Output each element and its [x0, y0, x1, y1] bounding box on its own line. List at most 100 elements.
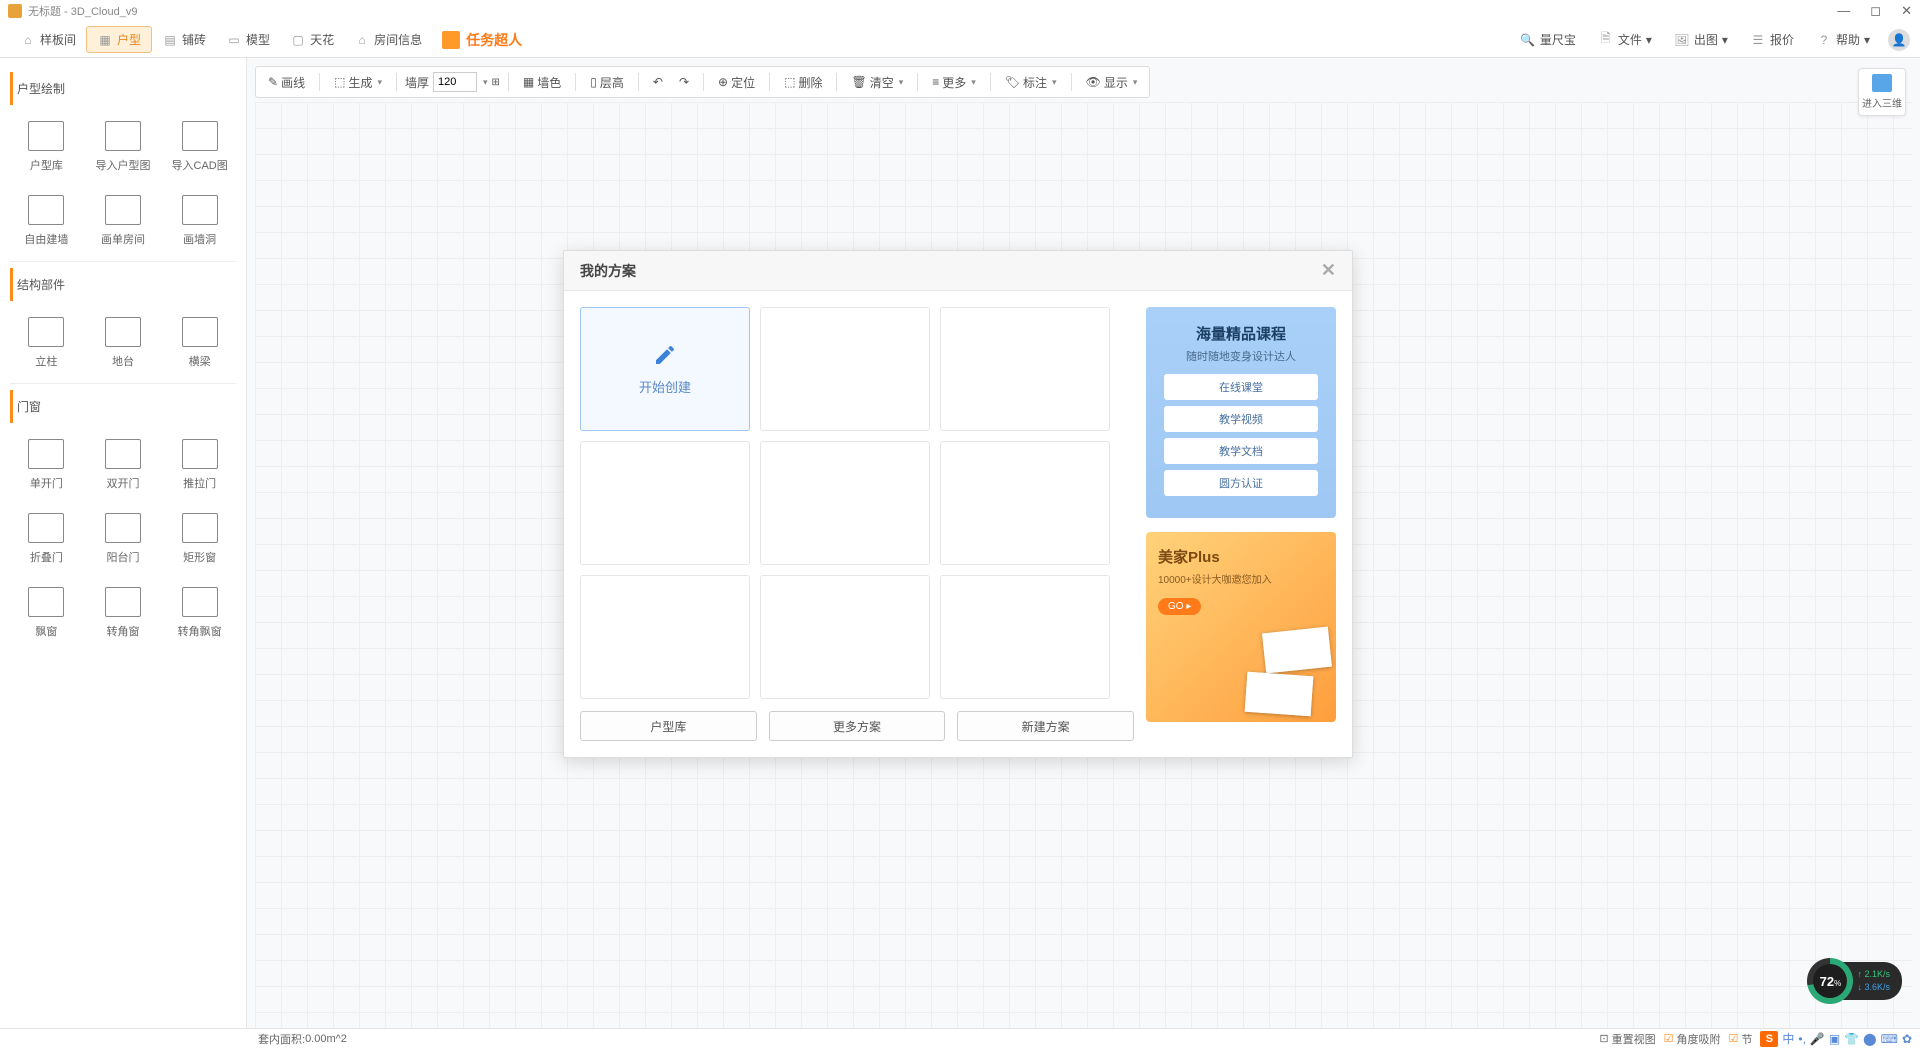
import-cad-icon	[182, 121, 218, 151]
sidebar-item-slide-door[interactable]: 推拉门	[163, 431, 236, 499]
my-projects-modal: 我的方案 ✕ 开始创建 户型库 更多方案 新建方案	[563, 250, 1353, 758]
free-wall-icon	[28, 195, 64, 225]
tab-ceiling[interactable]: ▢天花	[280, 27, 344, 52]
help-menu[interactable]: ?帮助▾	[1812, 27, 1874, 52]
export-menu[interactable]: 🖼出图▾	[1670, 27, 1732, 52]
tab-model[interactable]: ▭模型	[216, 27, 280, 52]
sidebar-item-corner-bay-window[interactable]: 转角飘窗	[163, 579, 236, 647]
delete-button[interactable]: ⬚删除	[778, 71, 828, 94]
mark-icon: 🏷	[1005, 75, 1020, 89]
sidebar-item-plan-lib[interactable]: 户型库	[10, 113, 83, 181]
project-slot[interactable]	[760, 307, 930, 431]
sidebar-item-corner-window[interactable]: 转角窗	[87, 579, 160, 647]
sidebar-item-free-wall[interactable]: 自由建墙	[10, 187, 83, 255]
promo-btn-video[interactable]: 教学视频	[1164, 406, 1318, 432]
reset-view-button[interactable]: ⊡重置视图	[1599, 1031, 1655, 1047]
promo2-go-button[interactable]: GO ▸	[1158, 598, 1201, 615]
sidebar-item-wall-hole[interactable]: 画墙洞	[163, 187, 236, 255]
tray-icon[interactable]: •,	[1798, 1032, 1806, 1046]
mark-menu[interactable]: 🏷标注▾	[999, 71, 1063, 94]
avatar[interactable]: 👤	[1888, 29, 1910, 51]
draw-line-tool[interactable]: ✎画线	[262, 71, 311, 94]
angle-snap-toggle[interactable]: ☑角度吸附	[1664, 1031, 1721, 1047]
tab-roominfo[interactable]: ⌂房间信息	[344, 27, 432, 52]
wall-thick-input[interactable]	[433, 72, 477, 92]
tray-icon[interactable]: ✿	[1902, 1032, 1912, 1046]
tray-icon[interactable]: ▣	[1829, 1032, 1840, 1046]
sidebar-item-balcony-door[interactable]: 阳台门	[87, 505, 160, 573]
tab-tile[interactable]: ▤铺砖	[152, 27, 216, 52]
tray-icon[interactable]: 中	[1782, 1030, 1794, 1047]
tab-plan[interactable]: ▦户型	[86, 26, 152, 53]
brand-link[interactable]: 任务超人	[432, 26, 532, 54]
minimize-button[interactable]: —	[1837, 3, 1850, 19]
undo-button[interactable]: ↶	[647, 72, 669, 92]
floor-height-icon: ▯	[590, 75, 597, 89]
tab-template[interactable]: ⌂样板间	[10, 27, 86, 52]
project-slot[interactable]	[940, 575, 1110, 699]
sidebar-item-fold-door[interactable]: 折叠门	[10, 505, 83, 573]
display-menu[interactable]: 👁显示▾	[1080, 71, 1144, 94]
sogou-ime-icon[interactable]: S	[1760, 1031, 1778, 1047]
reset-view-icon: ⊡	[1599, 1032, 1608, 1045]
sidebar-item-rect-window[interactable]: 矩形窗	[163, 505, 236, 573]
double-door-icon	[105, 439, 141, 469]
redo-button[interactable]: ↷	[673, 72, 695, 92]
maximize-button[interactable]: ◻	[1870, 3, 1881, 19]
clear-menu[interactable]: 🗑清空▾	[845, 71, 909, 94]
promo-thumbs	[1264, 630, 1330, 714]
wall-unit-icon[interactable]: ⊞	[492, 77, 500, 88]
promo-btn-online[interactable]: 在线课堂	[1164, 374, 1318, 400]
tray-icon[interactable]: 🎤	[1810, 1032, 1825, 1046]
locate-button[interactable]: ⊕定位	[712, 71, 761, 94]
promo-btn-cert[interactable]: 圆方认证	[1164, 470, 1318, 496]
sidebar-item-column[interactable]: 立柱	[10, 309, 83, 377]
quote-icon: ☰	[1750, 32, 1766, 48]
sidebar-item-single-room[interactable]: 画单房间	[87, 187, 160, 255]
project-slot[interactable]	[580, 441, 750, 565]
node-toggle[interactable]: ☑节	[1728, 1031, 1752, 1047]
single-room-icon	[105, 195, 141, 225]
sidebar-item-single-door[interactable]: 单开门	[10, 431, 83, 499]
project-slot[interactable]	[760, 575, 930, 699]
performance-widget[interactable]: 72% ↑ 2.1K/s ↓ 3.6K/s	[1807, 958, 1902, 1004]
sidebar-item-bay-window[interactable]: 飘窗	[10, 579, 83, 647]
project-slot[interactable]	[940, 441, 1110, 565]
project-slot[interactable]	[940, 307, 1110, 431]
check-icon: ☑	[1664, 1032, 1674, 1045]
more-menu[interactable]: ≡更多▾	[926, 71, 982, 94]
sidebar-item-import-plan[interactable]: 导入户型图	[87, 113, 160, 181]
modal-close-button[interactable]: ✕	[1321, 260, 1336, 281]
wall-thick-dropdown[interactable]: ▾	[483, 77, 488, 88]
project-slot[interactable]	[760, 441, 930, 565]
single-door-icon	[28, 439, 64, 469]
section-title-struct: 结构部件	[10, 268, 236, 301]
enter-3d-button[interactable]: 进入三维	[1858, 68, 1906, 116]
wall-color-button[interactable]: ▦墙色	[517, 71, 567, 94]
sidebar-item-beam[interactable]: 横梁	[163, 309, 236, 377]
tray-icon[interactable]: ⌨	[1881, 1032, 1898, 1046]
create-project-card[interactable]: 开始创建	[580, 307, 750, 431]
modal-title: 我的方案	[580, 261, 636, 281]
generate-menu[interactable]: ⬚生成▾	[328, 71, 388, 94]
tray-icon[interactable]: ⬤	[1863, 1032, 1876, 1046]
close-button[interactable]: ✕	[1901, 3, 1912, 19]
tray-icon[interactable]: 👕	[1844, 1032, 1859, 1046]
sidebar-item-double-door[interactable]: 双开门	[87, 431, 160, 499]
project-slot[interactable]	[580, 575, 750, 699]
quote-button[interactable]: ☰报价	[1746, 27, 1798, 52]
ruler-tool[interactable]: 🔍量尺宝	[1516, 27, 1580, 52]
more-projects-button[interactable]: 更多方案	[769, 711, 946, 741]
wall-hole-icon	[182, 195, 218, 225]
slide-door-icon	[182, 439, 218, 469]
new-project-button[interactable]: 新建方案	[957, 711, 1134, 741]
file-menu[interactable]: 🗎文件▾	[1594, 27, 1656, 52]
sidebar-item-import-cad[interactable]: 导入CAD图	[163, 113, 236, 181]
plan-lib-button[interactable]: 户型库	[580, 711, 757, 741]
more-icon: ≡	[932, 75, 939, 89]
promo-btn-docs[interactable]: 教学文档	[1164, 438, 1318, 464]
divider	[10, 261, 236, 262]
sidebar-item-platform[interactable]: 地台	[87, 309, 160, 377]
section-title-draw: 户型绘制	[10, 72, 236, 105]
floor-height-button[interactable]: ▯层高	[584, 71, 630, 94]
